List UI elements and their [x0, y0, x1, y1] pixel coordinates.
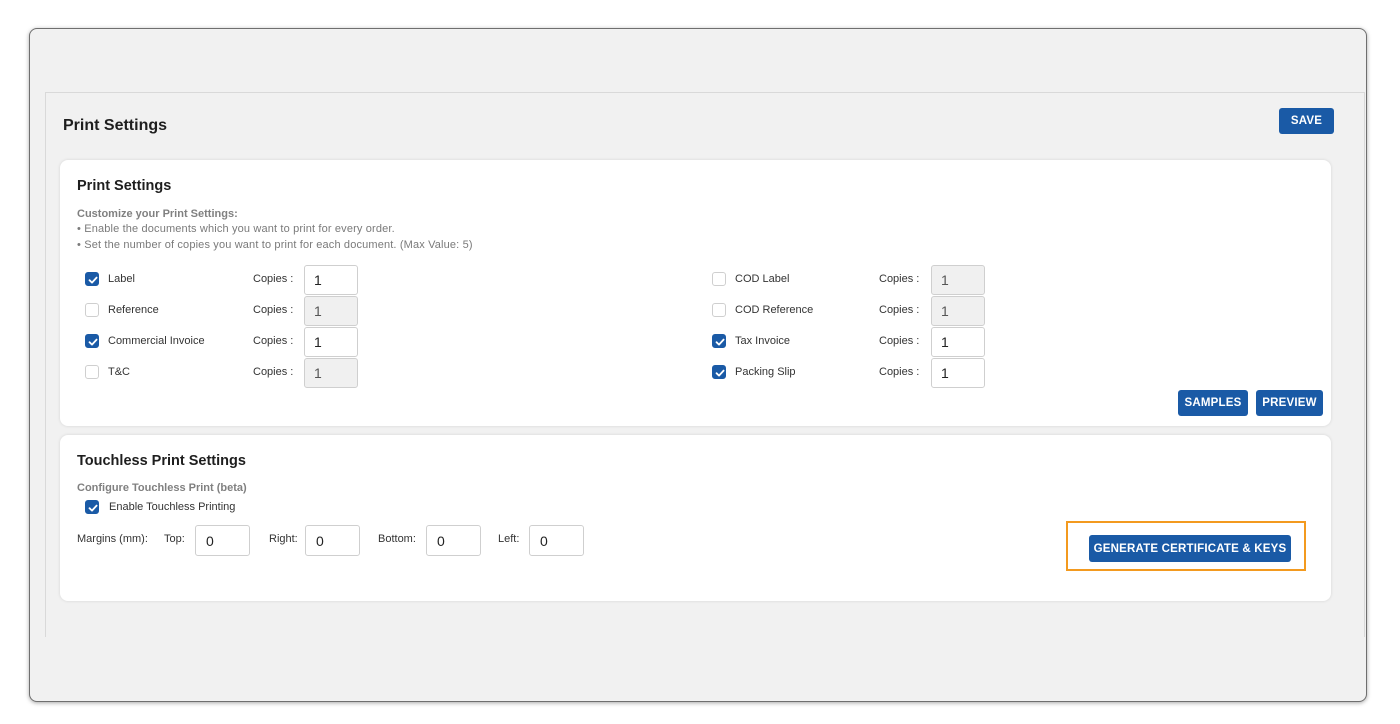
margin-left-label: Left:: [498, 533, 520, 545]
margin-top-input[interactable]: 0: [195, 525, 250, 556]
checkmark-icon: [88, 504, 98, 512]
packing-slip-copies-input[interactable]: 1: [931, 358, 985, 388]
margin-right-input[interactable]: 0: [305, 525, 360, 556]
copies-label: Copies :: [253, 304, 294, 316]
margin-left-input[interactable]: 0: [529, 525, 584, 556]
print-settings-card-title: Print Settings: [77, 178, 172, 194]
commercial-invoice-copies-input[interactable]: 1: [304, 327, 358, 357]
touchless-print-card: Touchless Print Settings Configure Touch…: [60, 435, 1331, 601]
doc-label-text: T&C: [108, 366, 130, 378]
doc-label-text: Reference: [108, 304, 159, 316]
print-settings-card: Print Settings Customize your Print Sett…: [60, 160, 1331, 426]
copies-label: Copies :: [253, 273, 294, 285]
checkmark-icon: [88, 338, 98, 346]
checkmark-icon: [715, 338, 725, 346]
doc-label-text: COD Reference: [735, 304, 814, 316]
doc-row-cod-label: COD Label Copies : 1: [712, 265, 1002, 295]
commercial-invoice-checkbox[interactable]: [85, 334, 99, 348]
doc-label-text: Packing Slip: [735, 366, 796, 378]
customize-subheading: Customize your Print Settings:: [77, 208, 238, 220]
enable-touchless-row: Enable Touchless Printing: [85, 496, 385, 518]
copies-label: Copies :: [879, 335, 920, 347]
copies-label: Copies :: [879, 366, 920, 378]
copies-label: Copies :: [879, 304, 920, 316]
tandc-checkbox[interactable]: [85, 365, 99, 379]
tax-invoice-checkbox[interactable]: [712, 334, 726, 348]
reference-copies-input[interactable]: 1: [304, 296, 358, 326]
cod-label-copies-input[interactable]: 1: [931, 265, 985, 295]
touchless-card-title: Touchless Print Settings: [77, 453, 246, 469]
app-window: Print Settings SAVE Print Settings Custo…: [29, 28, 1367, 702]
margin-right-label: Right:: [269, 533, 298, 545]
doc-label-text: Label: [108, 273, 135, 285]
margins-label: Margins (mm):: [77, 533, 148, 545]
margin-bottom-input[interactable]: 0: [426, 525, 481, 556]
preview-button[interactable]: PREVIEW: [1256, 390, 1323, 416]
generate-certificate-keys-button[interactable]: GENERATE CERTIFICATE & KEYS: [1089, 535, 1291, 562]
enable-touchless-checkbox[interactable]: [85, 500, 99, 514]
doc-row-tax-invoice: Tax Invoice Copies : 1: [712, 327, 1002, 357]
copies-label: Copies :: [253, 366, 294, 378]
packing-slip-checkbox[interactable]: [712, 365, 726, 379]
doc-row-packing-slip: Packing Slip Copies : 1: [712, 358, 1002, 388]
doc-row-label: Label Copies : 1: [85, 265, 375, 295]
samples-button[interactable]: SAMPLES: [1178, 390, 1248, 416]
doc-label-text: COD Label: [735, 273, 790, 285]
margin-top-label: Top:: [164, 533, 185, 545]
label-checkbox[interactable]: [85, 272, 99, 286]
doc-label-text: Tax Invoice: [735, 335, 791, 347]
margin-bottom-label: Bottom:: [378, 533, 416, 545]
copies-label: Copies :: [253, 335, 294, 347]
reference-checkbox[interactable]: [85, 303, 99, 317]
doc-row-commercial-invoice: Commercial Invoice Copies : 1: [85, 327, 375, 357]
cod-reference-copies-input[interactable]: 1: [931, 296, 985, 326]
instruction-bullet-2: • Set the number of copies you want to p…: [77, 239, 473, 251]
tandc-copies-input[interactable]: 1: [304, 358, 358, 388]
instruction-bullet-1: • Enable the documents which you want to…: [77, 223, 395, 235]
doc-row-tandc: T&C Copies : 1: [85, 358, 375, 388]
doc-label-text: Commercial Invoice: [108, 335, 205, 347]
tax-invoice-copies-input[interactable]: 1: [931, 327, 985, 357]
cod-reference-checkbox[interactable]: [712, 303, 726, 317]
cod-label-checkbox[interactable]: [712, 272, 726, 286]
checkmark-icon: [88, 276, 98, 284]
checkmark-icon: [715, 369, 725, 377]
copies-label: Copies :: [879, 273, 920, 285]
page-title: Print Settings: [63, 117, 168, 134]
label-copies-input[interactable]: 1: [304, 265, 358, 295]
touchless-subheading: Configure Touchless Print (beta): [77, 482, 247, 494]
doc-row-cod-reference: COD Reference Copies : 1: [712, 296, 1002, 326]
save-button[interactable]: SAVE: [1279, 108, 1334, 134]
enable-touchless-label: Enable Touchless Printing: [109, 501, 236, 513]
doc-row-reference: Reference Copies : 1: [85, 296, 375, 326]
